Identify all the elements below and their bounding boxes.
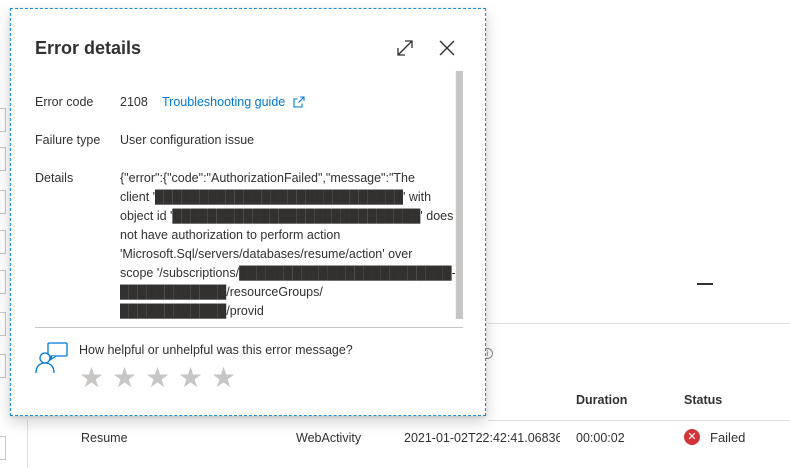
- status-text: Failed: [710, 429, 746, 445]
- details-message: {"error":{"code":"AuthorizationFailed","…: [120, 171, 455, 318]
- rail-tab[interactable]: [0, 436, 6, 460]
- details-label: Details: [35, 171, 74, 185]
- rail-tab[interactable]: [0, 108, 6, 132]
- left-rail: [0, 0, 8, 468]
- rail-tab[interactable]: [0, 147, 6, 171]
- rail-tab[interactable]: [0, 190, 6, 214]
- external-link-icon: [293, 95, 305, 114]
- error-code-row: Error code 2108 Troubleshooting guide: [35, 93, 455, 113]
- dialog-title: Error details: [35, 38, 142, 58]
- panel-handle[interactable]: [697, 283, 713, 285]
- feedback-divider: [35, 327, 463, 328]
- rail-tab[interactable]: [0, 312, 6, 336]
- failed-x-icon: ✕: [684, 429, 700, 445]
- table-header-line: [488, 420, 790, 421]
- error-details-content[interactable]: Error code 2108 Troubleshooting guide Fa…: [35, 71, 455, 319]
- failure-type-row: Failure type User configuration issue: [35, 131, 455, 151]
- failure-type-label: Failure type: [35, 133, 101, 147]
- star-rating[interactable]: ★ ★ ★ ★ ★: [79, 363, 244, 393]
- star-3-icon[interactable]: ★: [145, 363, 178, 393]
- troubleshooting-guide-label: Troubleshooting guide: [162, 95, 286, 109]
- duration-cell: 00:00:02: [576, 431, 625, 445]
- error-details-dialog: Error details Error code 2108 Troublesho…: [10, 8, 486, 416]
- star-4-icon[interactable]: ★: [178, 363, 211, 393]
- rail-tab[interactable]: [0, 230, 6, 254]
- column-header-duration[interactable]: Duration: [576, 393, 627, 407]
- troubleshooting-guide-link[interactable]: Troubleshooting guide: [162, 93, 305, 114]
- star-1-icon[interactable]: ★: [79, 363, 112, 393]
- section-divider: [488, 323, 790, 324]
- activity-name-cell[interactable]: Resume: [81, 431, 128, 445]
- failure-type-value: User configuration issue: [120, 133, 255, 147]
- activity-type-cell: WebActivity: [296, 431, 362, 445]
- rail-tab[interactable]: [0, 270, 6, 294]
- error-code-label: Error code: [35, 95, 94, 109]
- star-2-icon[interactable]: ★: [112, 363, 145, 393]
- details-scrollbar[interactable]: [455, 71, 463, 319]
- column-divider: [27, 420, 28, 468]
- close-icon[interactable]: [435, 36, 459, 60]
- expand-icon[interactable]: [393, 36, 417, 60]
- scrollbar-thumb[interactable]: [456, 71, 463, 319]
- feedback-person-icon: [35, 342, 69, 374]
- star-5-icon[interactable]: ★: [211, 363, 244, 393]
- details-row: Details {"error":{"code":"AuthorizationF…: [35, 169, 455, 319]
- feedback-question: How helpful or unhelpful was this error …: [79, 343, 353, 357]
- rail-tab[interactable]: [0, 354, 6, 378]
- column-header-status[interactable]: Status: [684, 393, 722, 407]
- status-cell[interactable]: ✕ Failed: [684, 429, 745, 445]
- error-code-value: 2108: [120, 95, 148, 109]
- run-start-cell: 2021-01-02T22:42:41.06836: [404, 431, 560, 445]
